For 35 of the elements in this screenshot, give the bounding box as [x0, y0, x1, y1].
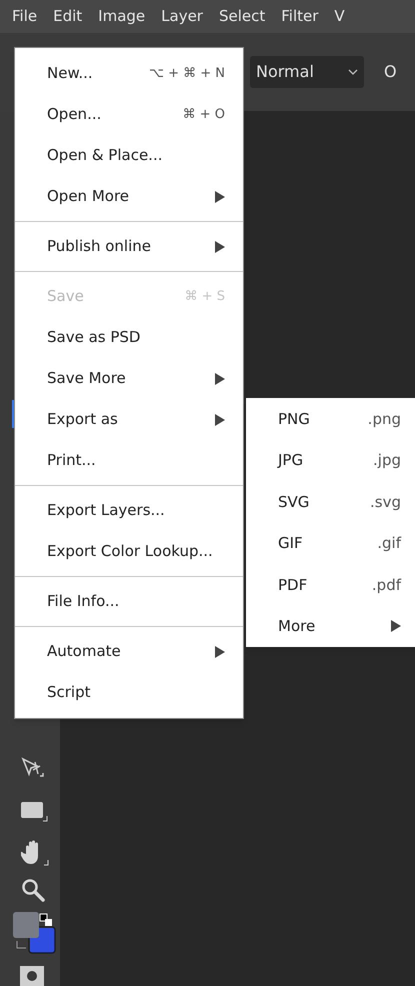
menu-bar-item[interactable]: File	[4, 5, 46, 28]
menu-item[interactable]: Publish online	[15, 226, 243, 267]
mask-icon[interactable]	[20, 966, 44, 986]
menu-item[interactable]: PNG .png	[246, 398, 415, 440]
chevron-down-icon	[348, 69, 358, 75]
menu-item[interactable]: Print...	[15, 440, 243, 481]
menu-item[interactable]: Save More	[15, 358, 243, 399]
menu-item[interactable]: Export Color Lookup...	[15, 531, 243, 572]
menu-item[interactable]: More	[246, 606, 415, 647]
zoom-icon[interactable]	[20, 877, 46, 903]
selection-indicator	[12, 400, 14, 428]
menu-bar-item[interactable]: Layer	[153, 5, 211, 28]
menu-item[interactable]: JPG .jpg	[246, 440, 415, 481]
menu-item[interactable]: Open & Place...	[15, 135, 243, 176]
menu-item[interactable]: SVG .svg	[246, 481, 415, 522]
menu-item[interactable]: Export Layers...	[15, 490, 243, 531]
menu-item[interactable]: Save as PSD	[15, 317, 243, 358]
menu-item[interactable]: Open More	[15, 176, 243, 217]
menu-item[interactable]: Automate	[15, 631, 243, 672]
menu-item[interactable]: New... ⌥ + ⌘ + N	[15, 53, 243, 94]
menu-item[interactable]: GIF .gif	[246, 522, 415, 564]
menu-item[interactable]: PDF .pdf	[246, 564, 415, 606]
menu-item[interactable]: Export as	[15, 399, 243, 440]
menu-bar-item[interactable]: Edit	[45, 5, 90, 28]
menu-item[interactable]: File Info...	[15, 581, 243, 622]
menu-bar-item[interactable]: Select	[210, 5, 274, 28]
blend-mode-dropdown[interactable]: Normal	[250, 56, 364, 88]
menu-item[interactable]: Script	[15, 672, 243, 713]
option-label: O	[384, 61, 397, 83]
menu-item[interactable]: Open... ⌘ + O	[15, 94, 243, 135]
menu-bar-item[interactable]: Image	[90, 5, 154, 28]
menu-bar-item[interactable]: Filter	[273, 5, 326, 28]
menu-bar-item[interactable]: V	[326, 5, 353, 28]
rectangle-tool-icon[interactable]	[20, 800, 48, 824]
hand-tool-icon[interactable]	[21, 838, 49, 868]
